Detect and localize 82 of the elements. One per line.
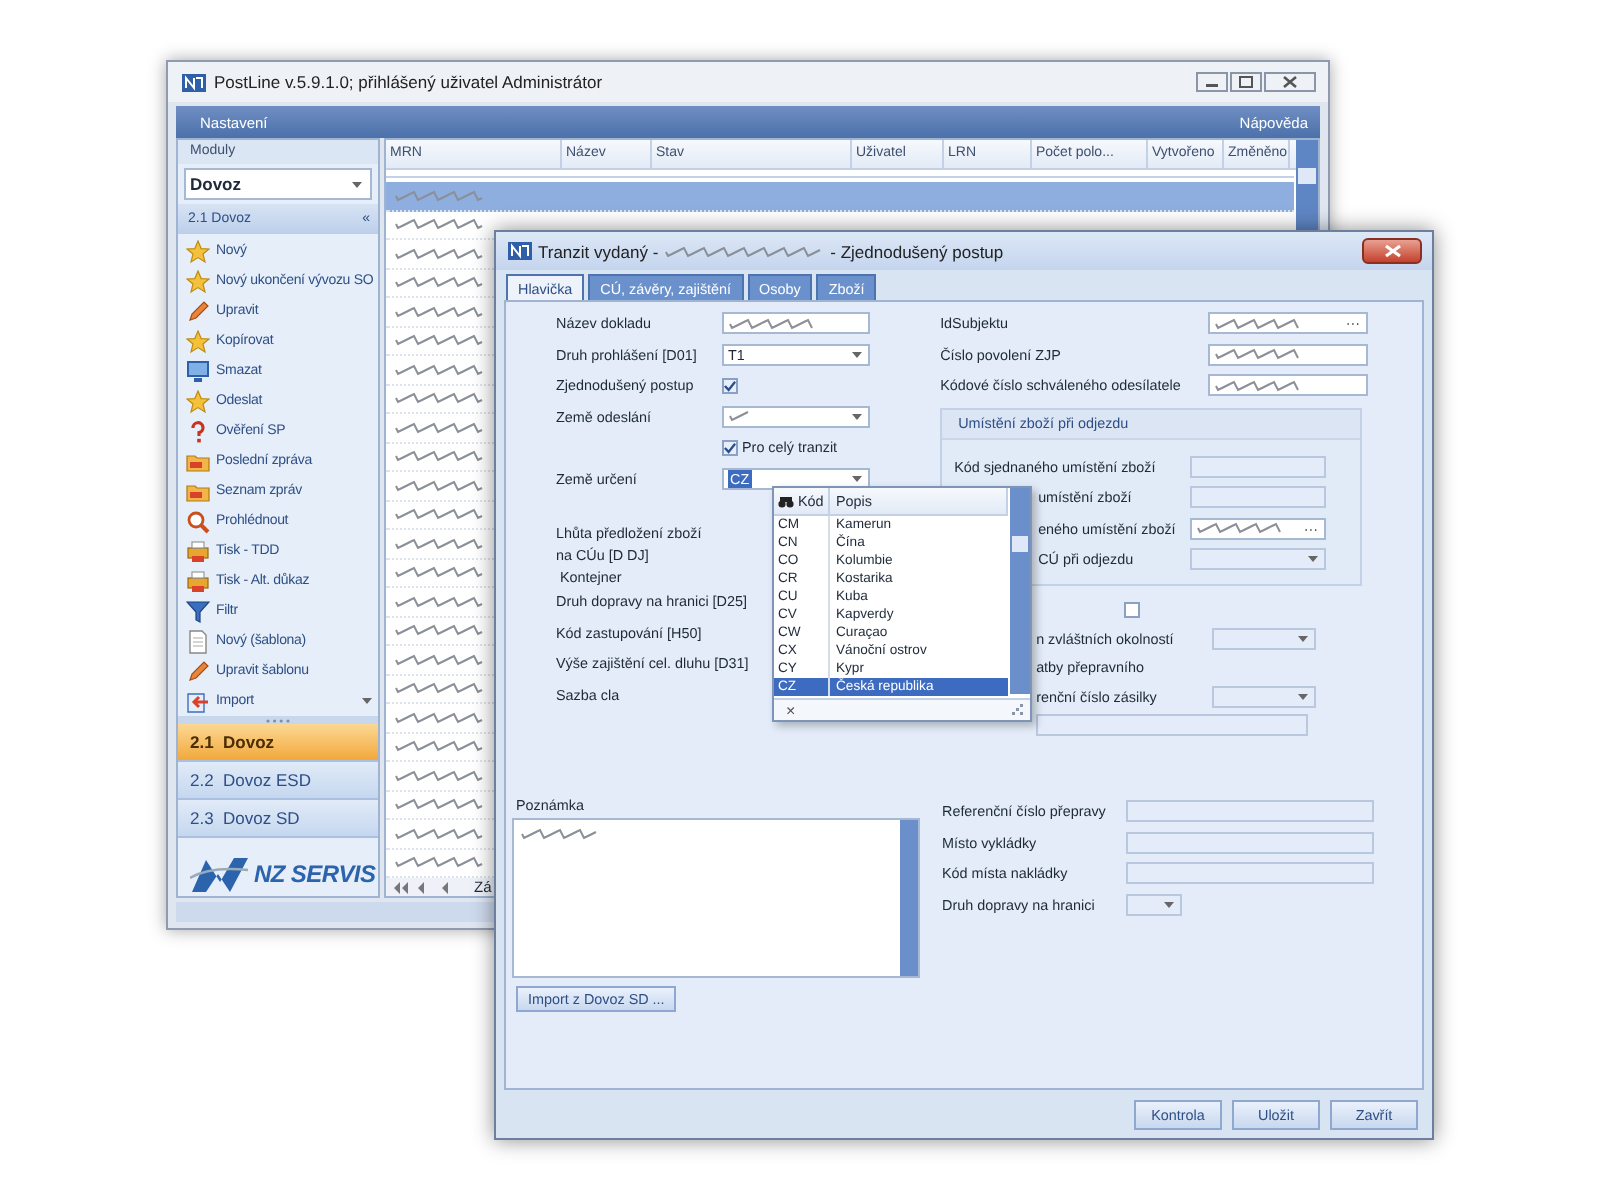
scrambled-text: [394, 622, 486, 639]
table-row[interactable]: [386, 182, 1294, 211]
scrambled-text: [394, 854, 486, 871]
module-button[interactable]: 2.1 Dovoz: [178, 724, 378, 762]
clear-button[interactable]: ×: [786, 701, 796, 719]
logo-swoosh-icon: [190, 854, 250, 894]
checkbox[interactable]: [722, 377, 738, 394]
caret-icon: [352, 181, 362, 187]
dropdown-field[interactable]: [722, 405, 870, 428]
filter-row[interactable]: [386, 170, 1294, 178]
minimize-icon: [1196, 72, 1228, 92]
checkmark-icon: [724, 379, 736, 392]
scrambled-text: [394, 564, 486, 581]
scrambled-text: [394, 593, 486, 610]
scrambled-text: [394, 825, 486, 842]
module-dropdown[interactable]: Dovoz: [184, 168, 372, 200]
close-button[interactable]: [1362, 238, 1422, 264]
star-icon: [186, 329, 210, 353]
scrollbar[interactable]: [1010, 488, 1030, 694]
pencil-icon: [186, 659, 210, 683]
filter-icon: [186, 599, 210, 623]
scrambled-text: [394, 738, 486, 755]
scrambled-text: [394, 651, 486, 668]
caret-icon: [852, 351, 862, 358]
scrambled-text: [394, 506, 486, 523]
scrambled-text: [394, 361, 486, 378]
close-icon: [1264, 72, 1316, 92]
printer-icon: [186, 569, 210, 593]
maximize-icon: [1230, 72, 1262, 92]
scrambled-text: [394, 245, 486, 262]
scrambled-text: [394, 535, 486, 552]
scrambled-text: [394, 796, 486, 813]
splitter-grip-icon: [264, 717, 292, 723]
text-field[interactable]: [1208, 343, 1369, 366]
scrambled-text: [394, 332, 486, 349]
scrambled-text: [394, 419, 486, 436]
caret-icon: [1298, 635, 1309, 642]
folder-icon: [186, 449, 210, 473]
checkbox[interactable]: [722, 439, 738, 456]
app-logo-icon: [508, 242, 532, 260]
window-title: Tranzit vydaný -: [538, 241, 659, 261]
scrambled-text: [394, 477, 486, 494]
resize-grip-icon: [1012, 704, 1024, 716]
pencil-icon: [186, 299, 210, 323]
monitor-icon: [186, 359, 210, 383]
checkmark-icon: [724, 441, 736, 454]
text-field[interactable]: [1208, 374, 1369, 397]
caret-icon: [1308, 556, 1319, 563]
window-title: - Zjednodušený postup: [830, 241, 1004, 261]
scrambled-text: [394, 216, 486, 233]
star-icon: [186, 239, 210, 263]
caret-icon: [1298, 693, 1309, 700]
folder-icon: [186, 479, 210, 503]
binoculars-icon: [778, 495, 794, 507]
note-field[interactable]: [512, 818, 920, 978]
scrambled-text: [394, 448, 486, 465]
star-icon: [186, 269, 210, 293]
document-icon: [186, 629, 210, 653]
caret-icon: [852, 475, 862, 482]
star-icon: [186, 389, 210, 413]
scrollbar[interactable]: [900, 820, 918, 976]
app-logo-icon: [182, 73, 206, 91]
scrambled-text: [394, 709, 486, 726]
help-icon: [186, 419, 210, 443]
scrambled-text: [394, 303, 486, 320]
scrambled-text: [394, 680, 486, 697]
scrambled-text: [394, 274, 486, 291]
checkbox[interactable]: [1124, 601, 1141, 618]
search-icon: [186, 509, 210, 533]
pager-arrows-icon: [394, 881, 454, 893]
logo-text: NZ SERVIS: [254, 860, 376, 888]
window-title: PostLine v.5.9.1.0; přihlášený uživatel Administrátor: [214, 72, 603, 92]
caret-icon: [852, 413, 862, 420]
text-field[interactable]: [722, 312, 870, 335]
close-icon: [1383, 244, 1401, 258]
module-button[interactable]: 2.3 Dovoz SD: [178, 800, 378, 838]
scrambled-text: [394, 767, 486, 784]
scrambled-text: [394, 187, 486, 204]
module-button[interactable]: 2.2 Dovoz ESD: [178, 762, 378, 800]
import-icon: [186, 689, 210, 713]
scrambled-text: [394, 390, 486, 407]
printer-icon: [186, 539, 210, 563]
